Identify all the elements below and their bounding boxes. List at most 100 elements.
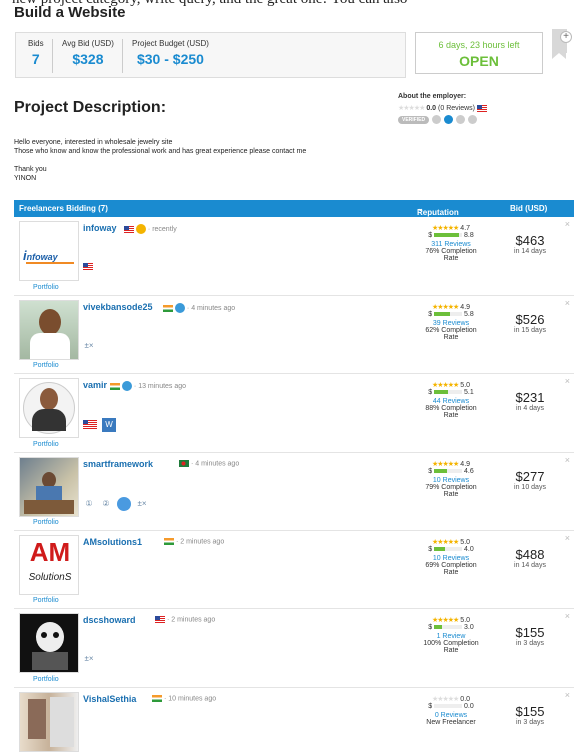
india-flag-icon <box>163 304 173 312</box>
reviews-link[interactable]: 1 Review <box>416 633 486 640</box>
us-flag-icon <box>83 420 97 430</box>
freelancer-meta: · 10 minutes ago <box>152 695 216 702</box>
employer-reviews: (0 Reviews) <box>438 105 475 112</box>
reputation: ★★★★★ 4.9 $ 4.6 10 Reviews 79% Completio… <box>416 460 486 498</box>
bid-time: 4 minutes ago <box>195 460 240 468</box>
close-icon[interactable]: × <box>565 455 570 465</box>
reputation: ★★★★★ 5.0 $ 5.1 44 Reviews 88% Completio… <box>416 381 486 419</box>
freelancer-name[interactable]: infoway <box>83 223 117 233</box>
payment-icon <box>432 115 442 124</box>
close-icon[interactable]: × <box>565 611 570 621</box>
reviews-link[interactable]: 10 Reviews <box>416 555 486 562</box>
earnings-score: 4.6 <box>464 468 474 475</box>
bid-days: in 3 days <box>515 719 545 726</box>
portfolio-link[interactable]: Portfolio <box>33 519 59 526</box>
freelancer-name[interactable]: vamir <box>83 380 107 390</box>
badge-row: ±× <box>83 653 95 665</box>
completion-rate-label: Rate <box>443 255 459 262</box>
us-flag-icon <box>83 263 93 270</box>
star-rating-icon: ★★★★★ <box>431 539 459 546</box>
portfolio-link[interactable]: Portfolio <box>33 441 59 448</box>
completion-rate: 88% Completion <box>425 405 477 412</box>
bid-days: in 3 days <box>515 640 545 647</box>
freelancer-name[interactable]: smartframework <box>83 459 153 469</box>
us-flag-icon <box>124 225 134 233</box>
earnings-score: 0.0 <box>464 703 474 710</box>
portfolio-link[interactable]: Portfolio <box>33 676 59 683</box>
stat-bids: Bids 7 <box>20 39 53 73</box>
plus-icon[interactable]: + <box>560 31 572 43</box>
avg-bid-value: $328 <box>72 51 104 67</box>
reviews-link[interactable]: 10 Reviews <box>416 477 486 484</box>
bid-amount: $526 <box>515 312 545 327</box>
stat-avg-bid: Avg Bid (USD) $328 <box>54 39 123 73</box>
avg-bid-label: Avg Bid (USD) <box>62 39 114 48</box>
avatar[interactable] <box>19 378 79 438</box>
globe-icon <box>121 381 132 391</box>
project-stats-panel: Bids 7 Avg Bid (USD) $328 Project Budget… <box>15 32 406 78</box>
close-icon[interactable]: × <box>565 219 570 229</box>
earnings-bar <box>434 704 463 709</box>
time-left: 6 days, 23 hours left <box>438 40 520 50</box>
reviews-link[interactable]: 39 Reviews <box>416 320 486 327</box>
avatar[interactable]: infoway <box>19 221 79 281</box>
star-rating-icon: ★★★★★ <box>431 304 459 311</box>
us-flag-icon <box>155 616 165 623</box>
freelancer-meta: · 4 minutes ago <box>179 460 239 467</box>
freelancer-row: Portfolio vivekbansode25 · 4 minutes ago… <box>14 296 574 374</box>
reputation-sort-header[interactable]: Reputation ⌄ <box>417 204 459 217</box>
close-icon[interactable]: × <box>565 533 570 543</box>
preferred-badge-icon <box>135 224 146 234</box>
earnings-bar <box>434 625 463 630</box>
avatar[interactable] <box>19 457 79 517</box>
avatar[interactable] <box>19 613 79 673</box>
badge-row: W <box>83 418 116 432</box>
reputation: ★★★★★ 4.9 $ 5.8 39 Reviews 62% Completio… <box>416 303 486 341</box>
freelancer-meta: · 4 minutes ago <box>163 303 235 313</box>
profile-icon <box>456 115 466 124</box>
project-status-box: 6 days, 23 hours left OPEN <box>415 32 543 74</box>
reputation: ★★★★★ 4.7 $ 8.8 311 Reviews 76% Completi… <box>416 224 486 262</box>
bid-amount-box: $231 in 4 days <box>504 390 556 412</box>
reviews-link[interactable]: 44 Reviews <box>416 398 486 405</box>
rating-score: 5.0 <box>460 617 471 624</box>
bids-value: 7 <box>31 51 40 67</box>
freelancer-row: VishalSethia · 10 minutes ago ★★★★★ 0.0 … <box>14 688 574 752</box>
bid-amount: $488 <box>515 547 545 562</box>
desc-line: Hello everyone, interested in wholesale … <box>14 139 173 146</box>
freelancer-name[interactable]: VishalSethia <box>83 694 136 704</box>
reputation: ★★★★★ 5.0 $ 3.0 1 Review 100% Completion… <box>416 616 486 654</box>
am-logo: AM <box>29 537 71 567</box>
bid-days: in 14 days <box>514 562 546 569</box>
reviews-link[interactable]: 311 Reviews <box>416 241 486 248</box>
star-rating-icon: ★★★★★ <box>431 696 459 703</box>
bid-amount-box: $526 in 15 days <box>504 312 556 334</box>
earnings-score: 5.1 <box>464 389 474 396</box>
portfolio-link[interactable]: Portfolio <box>33 362 59 369</box>
avatar[interactable]: AM SolutionS <box>19 535 79 595</box>
reviews-link[interactable]: 0 Reviews <box>416 712 486 719</box>
avatar[interactable] <box>19 692 79 752</box>
infoway-logo: infoway <box>23 248 58 263</box>
freelancer-row: Portfolio dscshoward · 2 minutes ago ±× … <box>14 609 574 688</box>
avatar[interactable] <box>19 300 79 360</box>
freelancer-meta: · 2 minutes ago <box>155 616 215 623</box>
freelancer-name[interactable]: vivekbansode25 <box>83 302 153 312</box>
employer-badges: VERIFIED <box>398 115 538 124</box>
earnings-bar <box>434 312 463 317</box>
close-icon[interactable]: × <box>565 376 570 386</box>
completion-rate-label: Rate <box>443 491 459 498</box>
close-icon[interactable]: × <box>565 690 570 700</box>
freelancer-row: Portfolio vamir · 13 minutes ago W ★★★★★… <box>14 374 574 453</box>
portfolio-link[interactable]: Portfolio <box>33 597 59 604</box>
project-description-title: Project Description: <box>14 99 167 116</box>
phone-icon <box>468 115 478 124</box>
desc-line: Those who know and know the professional… <box>14 148 307 155</box>
india-flag-icon <box>164 538 174 545</box>
close-icon[interactable]: × <box>565 298 570 308</box>
freelancer-name[interactable]: dscshoward <box>83 615 136 625</box>
portfolio-link[interactable]: Portfolio <box>33 284 59 291</box>
earnings-bar <box>434 547 463 552</box>
freelancer-name[interactable]: AMsolutions1 <box>83 537 142 547</box>
bid-time: 2 minutes ago <box>180 538 225 546</box>
